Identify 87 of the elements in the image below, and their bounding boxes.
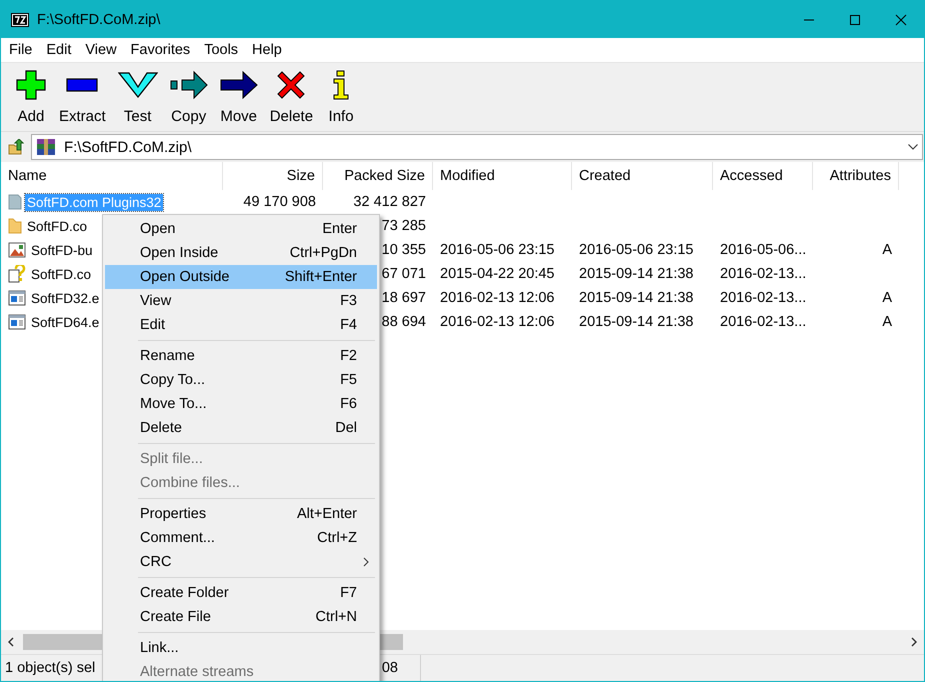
arrow-right-icon <box>220 70 258 100</box>
file-name[interactable]: SoftFD.co <box>25 218 90 234</box>
column-header[interactable]: Attributes <box>813 162 899 190</box>
column-header[interactable]: Accessed <box>713 162 813 190</box>
context-menu-item[interactable]: Create Folder F7 <box>105 581 377 605</box>
context-menu-item[interactable]: Comment... Ctrl+Z <box>105 526 377 550</box>
toolbar-button[interactable]: Info <box>319 63 364 131</box>
help-file-icon <box>8 265 26 283</box>
context-menu-item[interactable]: Edit F4 <box>105 313 377 337</box>
table-cell: 88 694 <box>382 314 426 330</box>
menu-item[interactable]: Tools <box>197 40 246 60</box>
toolbar-button[interactable]: Delete <box>264 63 320 131</box>
table-cell: 73 285 <box>382 218 426 234</box>
toolbar-button[interactable]: Add <box>9 63 53 131</box>
table-cell: 2016-02-13 12:06 <box>440 314 554 330</box>
column-header[interactable]: Modified <box>433 162 572 190</box>
toolbar-button[interactable]: Test <box>112 63 164 131</box>
menu-item[interactable]: Favorites <box>124 40 198 60</box>
check-icon <box>118 71 158 99</box>
table-cell: 18 697 <box>382 290 426 306</box>
app-logo-icon <box>11 12 29 26</box>
context-menu-item[interactable]: Delete Del <box>105 416 377 440</box>
table-cell: A <box>882 290 892 306</box>
folder-icon <box>8 218 22 234</box>
context-menu-item[interactable]: Open Enter <box>105 217 377 241</box>
status-text: 08 <box>382 660 398 676</box>
table-cell: 2016-02-13... <box>720 266 806 282</box>
context-menu-item[interactable]: Open Inside Ctrl+PgDn <box>105 241 377 265</box>
table-cell: 2016-02-13... <box>720 314 806 330</box>
arrow-right-icon <box>170 70 208 100</box>
window-title: F:\SoftFD.CoM.zip\ <box>37 12 162 28</box>
context-menu-item[interactable]: Properties Alt+Enter <box>105 502 377 526</box>
minus-icon <box>66 78 98 92</box>
file-name[interactable]: SoftFD32.e <box>29 290 102 306</box>
context-menu-item[interactable]: Move To... F6 <box>105 392 377 416</box>
table-cell: 2016-05-06 23:15 <box>440 242 554 258</box>
folder-icon <box>8 194 22 210</box>
table-cell: 32 412 827 <box>353 194 426 210</box>
table-cell: 2016-05-06... <box>720 242 806 258</box>
column-header[interactable]: Created <box>572 162 713 190</box>
program-window-icon <box>8 314 26 330</box>
table-cell: 2016-02-13... <box>720 290 806 306</box>
table-cell: 2016-05-06 23:15 <box>579 242 694 258</box>
toolbar-button[interactable]: Extract <box>53 63 112 131</box>
address-field[interactable]: F:\SoftFD.CoM.zip\ <box>31 134 923 160</box>
context-menu-item[interactable]: Copy To... F5 <box>105 368 377 392</box>
table-cell: 10 355 <box>382 242 426 258</box>
maximize-icon <box>849 14 861 26</box>
file-name[interactable]: SoftFD-bu <box>29 242 95 258</box>
table-cell: A <box>882 242 892 258</box>
file-name[interactable]: SoftFD.co <box>29 266 94 282</box>
table-cell: 2016-02-13 12:06 <box>440 290 554 306</box>
table-cell: 49 170 908 <box>243 194 316 210</box>
context-menu-item[interactable]: Create File Ctrl+N <box>105 605 377 629</box>
info-icon <box>332 70 350 100</box>
archive-icon <box>36 138 56 156</box>
image-file-icon <box>8 242 26 258</box>
table-cell: A <box>882 314 892 330</box>
folder-up-icon <box>8 139 24 155</box>
context-menu-item[interactable]: Rename F2 <box>105 344 377 368</box>
table-cell: 67 071 <box>382 266 426 282</box>
toolbar-button[interactable]: Copy <box>164 63 214 131</box>
context-menu-item[interactable]: Link... <box>105 636 377 660</box>
column-header[interactable]: Packed Size <box>323 162 433 190</box>
menu-item[interactable]: View <box>78 40 124 60</box>
table-cell: 2015-04-22 20:45 <box>440 266 554 282</box>
context-menu-item[interactable]: View F3 <box>105 289 377 313</box>
table-cell: 2015-09-14 21:38 <box>579 290 694 306</box>
table-cell: 2015-09-14 21:38 <box>579 266 694 282</box>
column-header[interactable]: Name <box>1 162 223 190</box>
chevron-right-icon <box>910 637 918 647</box>
cross-icon <box>276 70 306 100</box>
table-cell: 2015-09-14 21:38 <box>579 314 694 330</box>
context-menu-item[interactable]: CRC <box>105 550 377 574</box>
menu-item[interactable]: Edit <box>39 40 78 60</box>
column-header[interactable]: Size <box>223 162 323 190</box>
dropdown-caret-icon <box>908 144 918 150</box>
file-name[interactable]: SoftFD64.e <box>29 314 102 330</box>
chevron-left-icon <box>7 637 15 647</box>
close-icon <box>895 14 907 26</box>
toolbar-button[interactable]: Move <box>214 63 264 131</box>
context-menu-item[interactable]: Open Outside Shift+Enter <box>105 265 377 289</box>
program-window-icon <box>8 290 26 306</box>
status-text: 1 object(s) sel <box>5 660 96 676</box>
menu-item[interactable]: File <box>2 40 40 60</box>
menu-item[interactable]: Help <box>245 40 289 60</box>
plus-icon <box>15 69 47 101</box>
